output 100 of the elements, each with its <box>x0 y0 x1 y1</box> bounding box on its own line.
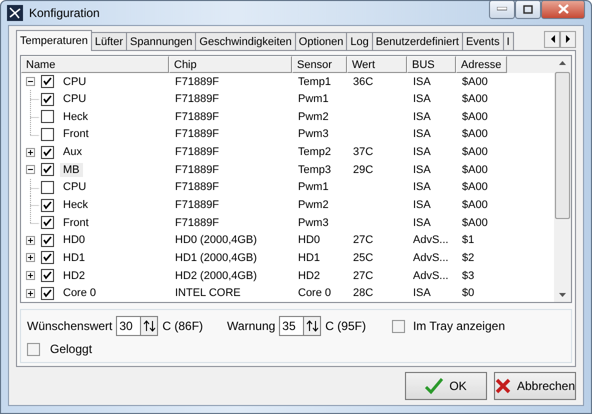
sensor-name: Core 0 <box>62 286 98 300</box>
chip-cell-text: HD1 (2000,4GB) <box>174 252 258 264</box>
sensor-cell-text: Pwm2 <box>297 199 330 212</box>
tab[interactable]: Events <box>462 32 504 50</box>
tree-row[interactable]: Core 0 INTEL CORE Core 0 28C ISA $0 <box>21 284 554 302</box>
tree-row[interactable]: HD2 HD2 (2000,4GB) HD2 27C AdvS... $3 <box>21 266 554 284</box>
tab[interactable]: Geschwindigkeiten <box>195 32 296 50</box>
sensor-name: HD1 <box>62 250 86 265</box>
sensor-cell-text: Pwm2 <box>297 110 330 123</box>
column-header[interactable]: Adresse <box>456 56 507 73</box>
tree-row[interactable]: CPU F71889F Temp1 36C ISA $A00 <box>21 72 554 90</box>
sensor-name: CPU <box>62 74 88 89</box>
warning-unit: C (95F) <box>325 319 366 333</box>
address-cell-text: $A00 <box>461 199 489 212</box>
sensor-cell-text: Pwm1 <box>297 181 330 194</box>
chip-cell-text: F71889F <box>174 216 220 229</box>
sensor-cell-text: HD1 <box>297 252 322 264</box>
value-cell-text: 27C <box>352 270 374 282</box>
bus-cell-text: ISA <box>412 216 432 229</box>
tree-row[interactable]: Heck F71889F Pwm2 ISA $A00 <box>21 196 554 214</box>
column-header[interactable]: BUS <box>407 56 456 73</box>
chip-cell-text: F71889F <box>174 76 220 88</box>
tree-row[interactable]: CPU F71889F Pwm1 ISA $A00 <box>21 178 554 196</box>
sensor-cell-text: HD2 <box>297 270 322 282</box>
chip-cell-text: INTEL CORE <box>174 287 242 300</box>
tab[interactable]: I <box>502 32 514 50</box>
column-header[interactable]: Chip <box>169 56 292 73</box>
chip-cell-text: F71889F <box>174 164 220 176</box>
tray-label: Im Tray anzeigen <box>412 319 505 333</box>
bus-cell-text: ISA <box>412 199 432 212</box>
address-cell-text: $1 <box>461 234 476 246</box>
cancel-button[interactable]: Abbrechen <box>494 372 576 400</box>
logged-label: Geloggt <box>50 342 92 356</box>
sensor-name: Front <box>62 216 90 230</box>
tab[interactable]: Log <box>346 32 373 50</box>
sensor-name: CPU <box>62 180 88 194</box>
sensor-cell-text: Core 0 <box>297 287 332 300</box>
tree-row[interactable]: HD0 HD0 (2000,4GB) HD0 27C AdvS... $1 <box>21 232 554 250</box>
chip-cell-text: F71889F <box>174 181 220 194</box>
tree-row[interactable]: MB F71889F Temp3 29C ISA $A00 <box>21 160 554 179</box>
chip-cell-text: HD2 (2000,4GB) <box>174 270 258 282</box>
tab[interactable]: Benutzerdefiniert <box>372 32 463 50</box>
sensor-name: MB <box>60 162 82 177</box>
value-cell-text: 36C <box>352 76 374 88</box>
address-cell-text: $A00 <box>461 181 489 194</box>
bus-cell-text: ISA <box>412 164 432 176</box>
sensor-name: Heck <box>62 110 90 124</box>
tab[interactable]: Lüfter <box>90 32 128 50</box>
bus-cell-text: ISA <box>412 110 432 123</box>
address-cell-text: $A00 <box>461 216 489 229</box>
value-cell-text: 29C <box>352 164 374 176</box>
sensor-name: CPU <box>62 92 88 106</box>
sensor-cell-text: Pwm3 <box>297 216 330 229</box>
bus-cell-text: AdvS... <box>412 234 450 246</box>
address-cell-text: $A00 <box>461 164 489 176</box>
column-header[interactable]: Wert <box>347 56 407 73</box>
address-cell-text: $A00 <box>461 128 489 140</box>
address-cell-text: $A00 <box>461 110 489 123</box>
sensor-cell-text: Pwm3 <box>297 128 330 140</box>
tree-row[interactable]: CPU F71889F Pwm1 ISA $A00 <box>21 90 554 108</box>
target-label: Wünschenswert <box>27 319 112 333</box>
value-cell-text: 37C <box>352 146 374 158</box>
ok-button[interactable]: OK <box>405 372 487 400</box>
warning-label: Warnung <box>227 319 276 333</box>
address-cell-text: $3 <box>461 270 476 282</box>
tab[interactable]: Temperaturen <box>16 30 92 51</box>
sensor-name: Front <box>62 127 90 142</box>
tree-row[interactable]: Aux F71889F Temp2 37C ISA $A00 <box>21 143 554 161</box>
tree-row[interactable]: Front F71889F Pwm3 ISA $A00 <box>21 214 554 232</box>
chip-cell-text: F71889F <box>174 199 220 212</box>
tab[interactable]: Optionen <box>294 32 348 50</box>
tree-row[interactable]: Front F71889F Pwm3 ISA $A00 <box>21 126 554 144</box>
chip-cell-text: HD0 (2000,4GB) <box>174 234 258 246</box>
chip-cell-text: F71889F <box>174 146 220 158</box>
sensor-cell-text: Pwm1 <box>297 93 330 106</box>
bus-cell-text: ISA <box>412 128 432 140</box>
address-cell-text: $A00 <box>461 93 489 106</box>
tree-row[interactable]: HD1 HD1 (2000,4GB) HD1 25C AdvS... $2 <box>21 249 554 267</box>
warning-field[interactable]: 35 <box>279 316 304 336</box>
address-cell-text: $2 <box>461 252 476 264</box>
target-field[interactable]: 30 <box>116 316 140 336</box>
bus-cell-text: AdvS... <box>412 252 450 264</box>
chip-cell-text: F71889F <box>174 128 220 140</box>
sensor-cell-text: Temp3 <box>297 164 332 176</box>
tab[interactable]: Spannungen <box>126 32 196 50</box>
sensor-name: Heck <box>62 198 90 212</box>
sensor-cell-text: HD0 <box>297 234 322 246</box>
bus-cell-text: ISA <box>412 146 432 158</box>
address-cell-text: $A00 <box>461 76 489 88</box>
column-header[interactable]: Name <box>21 56 169 73</box>
chip-cell-text: F71889F <box>174 110 220 123</box>
sensor-name: Aux <box>62 145 83 160</box>
value-cell-text: 25C <box>352 252 374 264</box>
tree-row[interactable]: Heck F71889F Pwm2 ISA $A00 <box>21 108 554 126</box>
column-header[interactable]: Sensor <box>292 56 347 73</box>
address-cell-text: $0 <box>461 287 476 300</box>
bus-cell-text: ISA <box>412 287 432 300</box>
sensor-cell-text: Temp1 <box>297 76 332 88</box>
bus-cell-text: ISA <box>412 93 432 106</box>
value-cell-text: 28C <box>352 287 374 300</box>
